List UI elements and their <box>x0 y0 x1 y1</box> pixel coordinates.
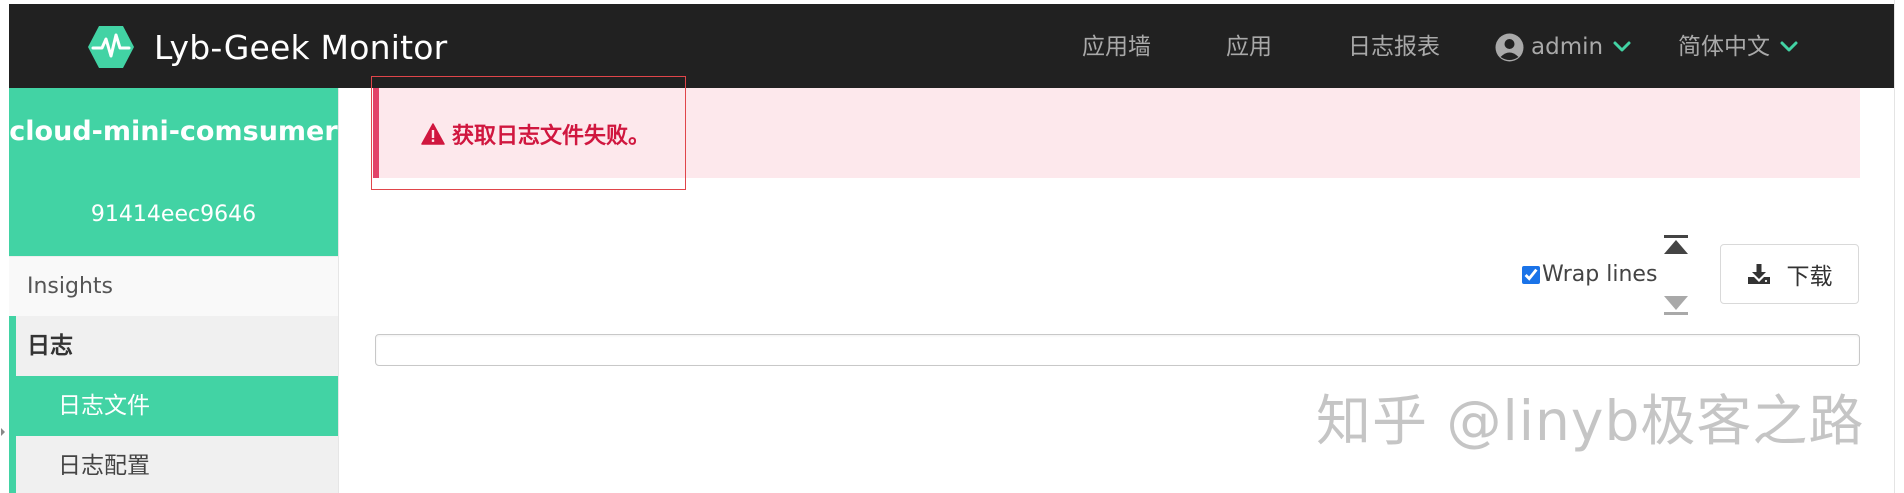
scroll-to-top-icon[interactable] <box>1663 234 1689 256</box>
scroll-arrow-icon[interactable] <box>1 428 5 436</box>
user-menu[interactable]: admin <box>1495 30 1632 64</box>
nav-app-wall[interactable]: 应用墙 <box>1082 30 1151 64</box>
chevron-down-icon <box>1613 41 1631 52</box>
user-circle-icon <box>1495 33 1524 61</box>
sidebar-item-log-config-label: 日志配置 <box>58 453 150 479</box>
nav-applications[interactable]: 应用 <box>1226 30 1272 64</box>
chevron-down-icon <box>1780 41 1798 52</box>
app-name: cloud-mini-comsumer <box>9 116 338 147</box>
heartbeat-hexagon-icon <box>88 26 134 68</box>
top-navbar: Lyb-Geek Monitor 应用墙 应用 日志报表 admin 简体中文 <box>9 4 1894 88</box>
brand-title: Lyb-Geek Monitor <box>154 27 448 67</box>
sidebar-item-insights[interactable]: Insights <box>9 256 338 316</box>
wrap-lines-checkbox[interactable] <box>1522 265 1540 284</box>
scroll-to-bottom-icon[interactable] <box>1663 294 1689 316</box>
nav-applications-label: 应用 <box>1226 34 1272 60</box>
instance-header: cloud-mini-comsumer 91414eec9646 <box>9 88 338 256</box>
sidebar-item-log-config[interactable]: 日志配置 <box>16 436 338 493</box>
nav-log-report-label: 日志报表 <box>1348 34 1440 60</box>
nav-app-wall-label: 应用墙 <box>1082 34 1151 60</box>
wrap-lines-toggle[interactable]: Wrap lines <box>1522 262 1657 287</box>
sidebar-item-insights-label: Insights <box>27 274 114 299</box>
instance-id: 91414eec9646 <box>90 202 257 227</box>
window-scrollbar[interactable] <box>1894 0 1904 493</box>
brand[interactable]: Lyb-Geek Monitor <box>87 24 447 70</box>
annotation-highlight-box <box>371 76 686 190</box>
log-content-area[interactable] <box>375 334 1860 366</box>
language-label: 简体中文 <box>1678 34 1770 60</box>
language-menu[interactable]: 简体中文 <box>1678 30 1799 64</box>
sidebar-item-log-file[interactable]: 日志文件 <box>16 376 338 436</box>
window-left-edge <box>0 0 9 493</box>
sidebar-item-log-file-label: 日志文件 <box>58 393 150 419</box>
sidebar-group-logs: 日志 日志文件 日志配置 <box>9 316 338 493</box>
sidebar-divider <box>338 88 339 493</box>
download-label: 下载 <box>1786 264 1833 290</box>
nav-log-report[interactable]: 日志报表 <box>1348 30 1440 64</box>
download-button[interactable]: 下载 <box>1720 244 1859 304</box>
sidebar-group-logs-title[interactable]: 日志 <box>27 316 73 376</box>
watermark: 知乎 @linyb极客之路 <box>1316 389 1865 453</box>
download-icon <box>1747 264 1770 284</box>
user-name: admin <box>1531 34 1604 60</box>
wrap-lines-label: Wrap lines <box>1542 262 1658 287</box>
